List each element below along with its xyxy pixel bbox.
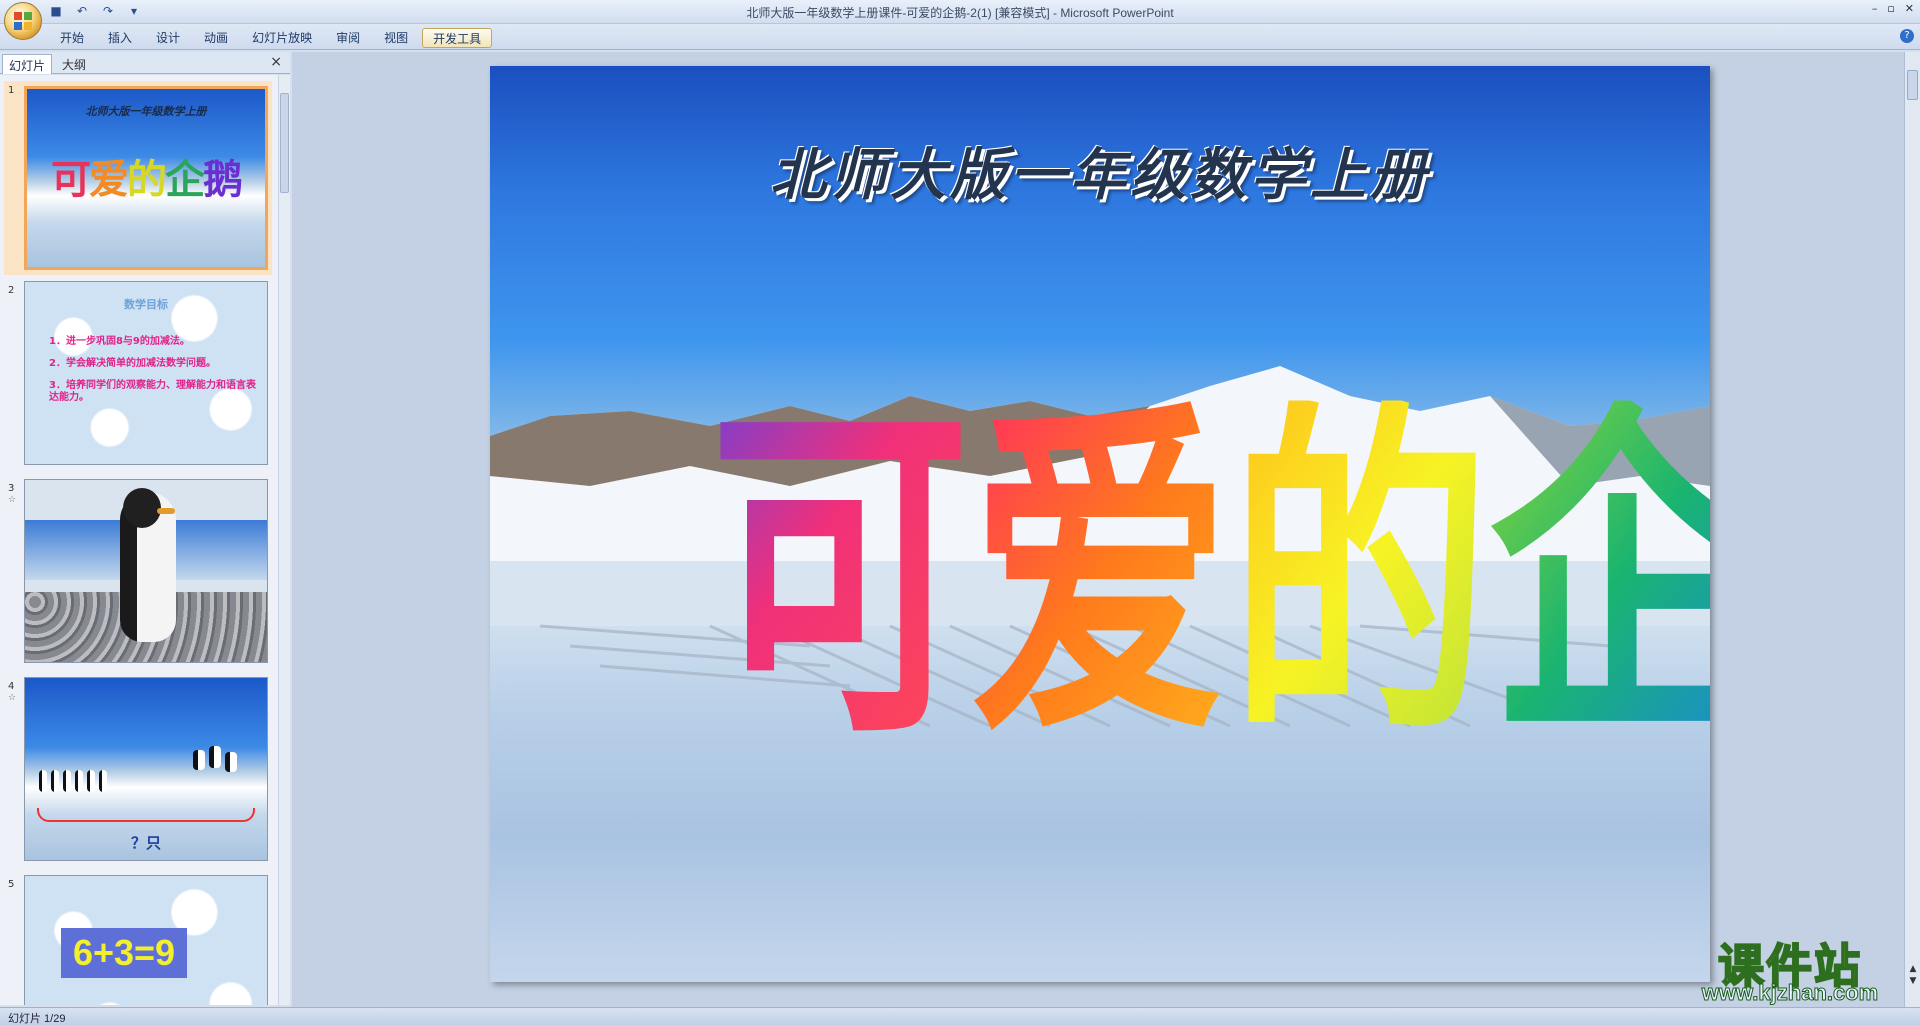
brace-shape xyxy=(37,808,255,822)
next-slide-icon[interactable]: ▼ xyxy=(1907,976,1919,986)
animation-star-icon: ☆ xyxy=(8,693,17,703)
slide-subtitle[interactable]: 北师大版一年级数学上册 xyxy=(490,130,1710,211)
penguin-figure xyxy=(63,770,71,792)
panel-scrollbar[interactable] xyxy=(278,75,290,1005)
tab-review[interactable]: 审阅 xyxy=(326,28,370,48)
thumbnail-frame: 数学目标 1．进一步巩固8与9的加减法。 2．学会解决简单的加减法数学问题。 3… xyxy=(24,281,268,465)
minimize-icon[interactable]: – xyxy=(1872,2,1878,15)
thumbnail-frame: 6+3=9 xyxy=(24,875,268,1005)
current-slide[interactable]: 北师大版一年级数学上册 可 爱 的 企 鹅 xyxy=(490,66,1710,982)
thumbnail-frame: ？只 xyxy=(24,677,268,861)
thumbnail-title-char: 的 xyxy=(127,156,167,203)
slide-title[interactable]: 可 爱 的 企 鹅 xyxy=(710,346,1710,806)
tab-outline[interactable]: 大纲 xyxy=(56,54,92,74)
slide-number: 2 xyxy=(8,285,15,296)
help-icon[interactable]: ? xyxy=(1900,29,1914,43)
close-panel-icon[interactable]: × xyxy=(270,54,282,70)
window-title: 北师大版一年级数学上册课件-可爱的企鹅-2(1) [兼容模式] - Micros… xyxy=(746,6,1174,20)
thumbnail-title-char: 鹅 xyxy=(203,156,243,203)
thumbnail-title-char: 可 xyxy=(51,156,91,203)
thumbnail-subtitle: 北师大版一年级数学上册 xyxy=(85,105,207,118)
penguin-figure xyxy=(75,770,83,792)
tab-insert[interactable]: 插入 xyxy=(98,28,142,48)
slide-counter: 幻灯片 1/29 xyxy=(8,1013,66,1025)
slide-number: 5 xyxy=(8,879,15,890)
panel-tabs: 幻灯片 大纲 × xyxy=(0,52,290,74)
penguin-figure xyxy=(99,770,107,792)
thumbnail-question: ？只 xyxy=(130,834,161,852)
slide-thumbnail-5[interactable]: 5 6+3=9 xyxy=(4,875,272,1005)
tab-view[interactable]: 视图 xyxy=(374,28,418,48)
slide-thumbnail-2[interactable]: 2 数学目标 1．进一步巩固8与9的加减法。 2．学会解决简单的加减法数学问题。… xyxy=(4,281,272,471)
editor-scroll-thumb[interactable] xyxy=(1907,70,1918,100)
tab-slideshow[interactable]: 幻灯片放映 xyxy=(242,28,322,48)
animation-star-icon: ☆ xyxy=(8,495,17,505)
thumbnail-text-line: 2．学会解决简单的加减法数学问题。 xyxy=(49,358,216,369)
slides-panel: 1 北师大版一年级数学上册 可爱的企鹅 2 数学目标 1．进一步巩固8与9的加减… xyxy=(0,75,280,1005)
penguin-figure xyxy=(39,770,47,792)
watermark-logo: 课件站 www.kjzhan.com xyxy=(1672,930,1908,1006)
penguin-figure xyxy=(225,752,237,772)
thumbnail-frame xyxy=(24,479,268,663)
office-logo-icon xyxy=(14,12,32,30)
slide-thumbnail-4[interactable]: 4 ☆ ？只 xyxy=(4,677,272,867)
slide-thumbnail-1[interactable]: 1 北师大版一年级数学上册 可爱的企鹅 xyxy=(4,81,272,275)
tab-developer[interactable]: 开发工具 xyxy=(422,28,493,48)
penguin-beak xyxy=(157,508,175,514)
tab-design[interactable]: 设计 xyxy=(146,28,190,48)
penguin-figure xyxy=(209,746,221,768)
penguin-figure xyxy=(193,750,205,770)
powerpoint-window: ■ ↶ ↷ ▾ 北师大版一年级数学上册课件-可爱的企鹅-2(1) [兼容模式] … xyxy=(0,0,1920,1025)
title-char: 爱 xyxy=(970,369,1230,782)
penguin-figure xyxy=(87,770,95,792)
status-bar: 幻灯片 1/29 xyxy=(0,1007,1920,1025)
watermark-url-text: www.kjzhan.com xyxy=(1701,980,1879,1006)
tab-home[interactable]: 开始 xyxy=(50,28,94,48)
penguin-head xyxy=(123,488,161,528)
title-char: 可 xyxy=(710,369,970,782)
thumbnail-text-line: 3．培养同学们的观察能力、理解能力和语言表达能力。 xyxy=(49,380,256,403)
window-controls: – ▫ ✕ xyxy=(1872,2,1914,15)
close-icon[interactable]: ✕ xyxy=(1905,2,1914,15)
thumbnail-equation: 6+3=9 xyxy=(61,928,187,978)
thumbnail-frame: 北师大版一年级数学上册 可爱的企鹅 xyxy=(24,86,268,270)
slide-thumbnail-3[interactable]: 3 ☆ xyxy=(4,479,272,669)
office-button[interactable] xyxy=(4,2,42,40)
thumbnail-title-char: 企 xyxy=(165,156,205,203)
panel-scroll-thumb[interactable] xyxy=(280,93,289,193)
slide-number: 3 xyxy=(8,483,15,494)
slide-number: 4 xyxy=(8,681,15,692)
thumbnail-title-char: 爱 xyxy=(89,156,129,203)
ribbon: 开始 插入 设计 动画 幻灯片放映 审阅 视图 开发工具 ? xyxy=(0,24,1920,50)
thumbnail-heading: 数学目标 xyxy=(124,298,168,311)
tab-slides[interactable]: 幻灯片 xyxy=(2,54,53,74)
previous-slide-icon[interactable]: ▲ xyxy=(1907,964,1919,974)
editor-scrollbar[interactable]: ▲ ▼ xyxy=(1904,52,1920,1007)
thumbnail-title: 可爱的企鹅 xyxy=(27,147,265,205)
title-char: 企 xyxy=(1490,400,1710,752)
thumbnail-text-line: 1．进一步巩固8与9的加减法。 xyxy=(49,336,190,347)
title-char: 的 xyxy=(1230,369,1490,782)
title-bar: ■ ↶ ↷ ▾ 北师大版一年级数学上册课件-可爱的企鹅-2(1) [兼容模式] … xyxy=(0,0,1920,40)
ribbon-tabs: 开始 插入 设计 动画 幻灯片放映 审阅 视图 开发工具 xyxy=(50,28,493,48)
restore-icon[interactable]: ▫ xyxy=(1887,2,1894,15)
slide-number: 1 xyxy=(8,85,15,96)
penguin-figure xyxy=(51,770,59,792)
tab-animations[interactable]: 动画 xyxy=(194,28,238,48)
